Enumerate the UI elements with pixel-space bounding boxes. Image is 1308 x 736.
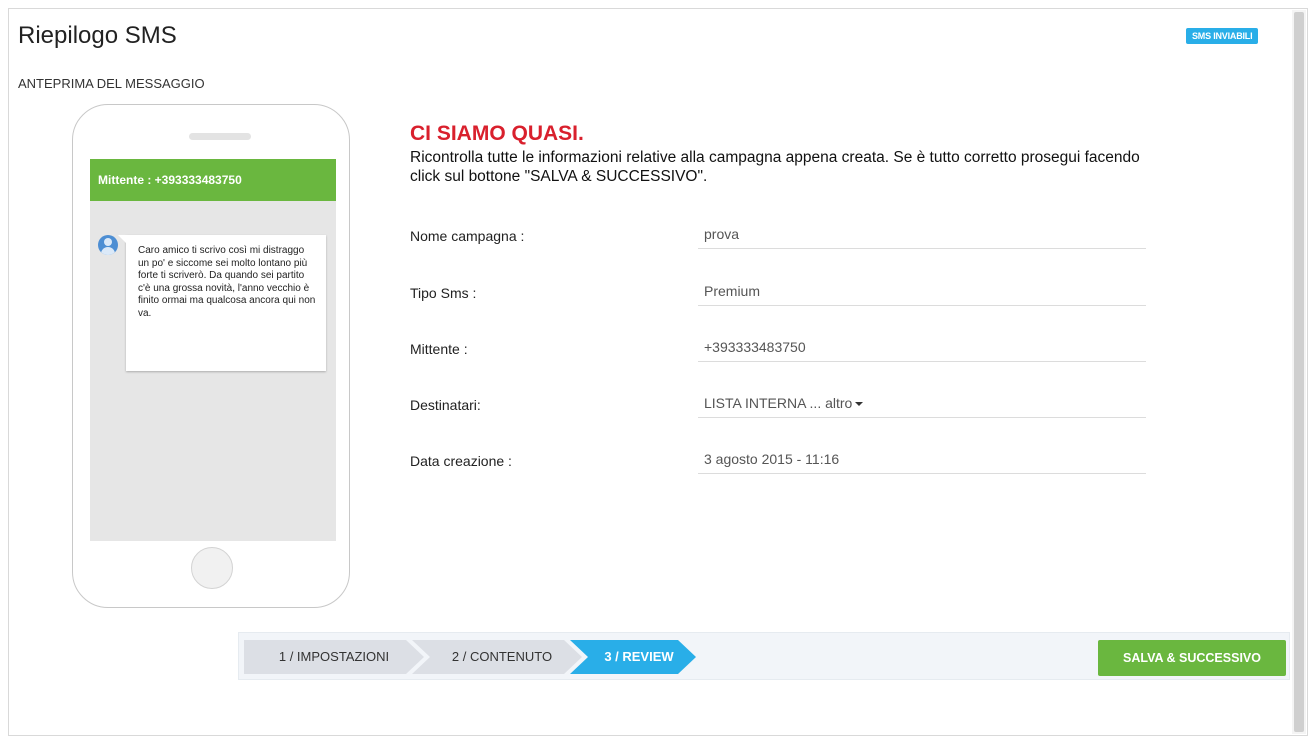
recipients-value: LISTA INTERNA ... altro: [704, 395, 853, 411]
field-sms-type: Tipo Sms : Premium: [410, 283, 1146, 315]
field-underline: [698, 417, 1146, 418]
preview-section-label: ANTEPRIMA DEL MESSAGGIO: [18, 76, 205, 91]
phone-preview: Mittente : +393333483750 Caro amico ti s…: [72, 104, 350, 608]
recipients-dropdown[interactable]: LISTA INTERNA ... altro: [704, 395, 864, 411]
review-headline: CI SIAMO QUASI.: [410, 122, 584, 145]
sender-bar: Mittente : +393333483750: [90, 159, 336, 201]
field-value: Premium: [704, 283, 761, 299]
phone-speaker: [189, 133, 251, 140]
field-value: 3 agosto 2015 - 11:16: [704, 451, 840, 467]
scrollbar-thumb[interactable]: [1294, 12, 1304, 732]
wizard-steps: 1 / IMPOSTAZIONI 2 / CONTENUTO 3 / REVIE…: [244, 640, 684, 674]
chevron-down-icon: [855, 402, 864, 407]
field-sender: Mittente : +393333483750: [410, 339, 1146, 371]
sms-inviabili-badge: SMS INVIABILI: [1186, 28, 1259, 44]
step-impostazioni[interactable]: 1 / IMPOSTAZIONI: [244, 640, 424, 674]
field-underline: [698, 361, 1146, 362]
step-contenuto[interactable]: 2 / CONTENUTO: [412, 640, 582, 674]
field-creation-date: Data creazione : 3 agosto 2015 - 11:16: [410, 451, 1146, 483]
field-label: Data creazione :: [410, 453, 512, 469]
review-intro: Ricontrolla tutte le informazioni relati…: [410, 149, 1140, 185]
step-review[interactable]: 3 / REVIEW: [570, 640, 696, 674]
user-avatar-icon: [98, 235, 118, 255]
phone-home-button: [191, 547, 233, 589]
field-label: Destinatari:: [410, 397, 481, 413]
page-title: Riepilogo SMS: [18, 22, 177, 49]
field-recipients: Destinatari: LISTA INTERNA ... altro: [410, 395, 1146, 427]
field-value: prova: [704, 226, 740, 242]
field-campaign-name: Nome campagna : prova: [410, 226, 1146, 258]
field-label: Nome campagna :: [410, 228, 525, 244]
phone-screen: Mittente : +393333483750 Caro amico ti s…: [90, 159, 336, 541]
field-label: Tipo Sms :: [410, 285, 477, 301]
field-underline: [698, 248, 1146, 249]
field-underline: [698, 473, 1146, 474]
field-value: +393333483750: [704, 339, 806, 355]
message-bubble: Caro amico ti scrivo così mi distraggo u…: [118, 235, 326, 371]
field-underline: [698, 305, 1146, 306]
field-label: Mittente :: [410, 341, 468, 357]
save-next-button[interactable]: SALVA & SUCCESSIVO: [1098, 640, 1286, 676]
